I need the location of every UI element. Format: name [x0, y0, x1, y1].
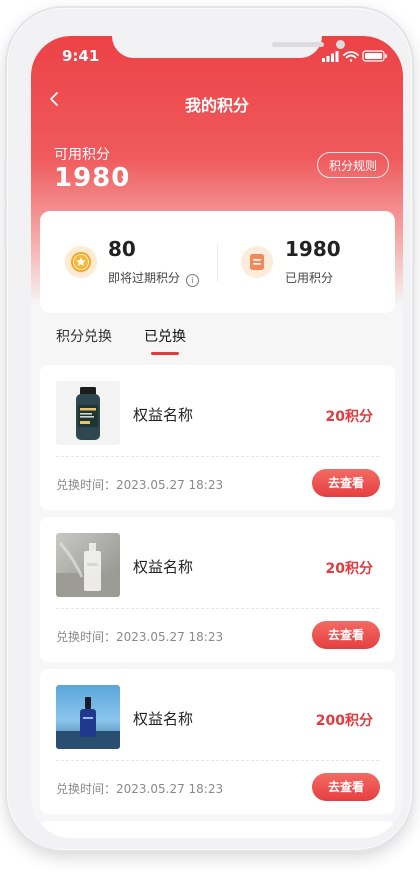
list-item[interactable]: 权益名称 20积分 兑换时间：2023.05.27 18:23 去查看 [40, 517, 395, 662]
speaker [272, 42, 324, 47]
expiring-points-label: 即将过期积分 i [108, 269, 199, 287]
view-button[interactable]: 去查看 [312, 469, 380, 497]
expiring-points-value: 80 [108, 237, 136, 261]
item-points: 20积分 [325, 409, 373, 425]
available-points-value[interactable]: 1980 [54, 163, 130, 193]
item-divider [56, 456, 379, 457]
notch [112, 36, 345, 58]
wifi-icon [343, 51, 359, 62]
list-item[interactable] [40, 821, 395, 838]
used-points-value: 1980 [285, 237, 341, 261]
document-icon [241, 246, 273, 278]
camera [336, 40, 345, 49]
active-tab-indicator [151, 352, 179, 355]
tab-redeemed[interactable]: 已兑换 [144, 326, 186, 346]
item-divider [56, 760, 379, 761]
item-name: 权益名称 [133, 710, 194, 728]
status-time: 9:41 [62, 47, 100, 65]
item-redeem-time: 兑换时间：2023.05.27 18:23 [56, 478, 224, 492]
item-divider [56, 608, 379, 609]
available-points-label: 可用积分 [54, 147, 110, 163]
points-stats-card: 80 即将过期积分 i 1980 已用积分 [40, 211, 395, 313]
side-button-right [412, 198, 415, 268]
tab-points-redeem[interactable]: 积分兑换 [56, 326, 112, 346]
side-button-left [4, 158, 7, 198]
info-icon[interactable]: i [185, 274, 199, 287]
chevron-right-icon[interactable]: › [120, 169, 127, 190]
list-item[interactable]: 权益名称 200积分 兑换时间：2023.05.27 18:23 去查看 [40, 669, 395, 814]
product-image [56, 381, 120, 445]
list-item[interactable]: 权益名称 20积分 兑换时间：2023.05.27 18:23 去查看 [40, 365, 395, 510]
item-name: 权益名称 [133, 558, 194, 576]
battery-icon [362, 50, 387, 62]
item-name: 权益名称 [133, 406, 194, 424]
page-title: 我的积分 [184, 96, 249, 115]
item-redeem-time: 兑换时间：2023.05.27 18:23 [56, 782, 224, 796]
signal-icon [322, 51, 339, 62]
view-button[interactable]: 去查看 [312, 621, 380, 649]
phone-frame: 9:41 我的积分 可用积分 1980 › 积分规则 80 即将过期积分 i 1… [4, 8, 415, 850]
item-points: 20积分 [325, 561, 373, 577]
used-points-label: 已用积分 [285, 271, 334, 285]
expiring-points-label-text: 即将过期积分 [108, 271, 181, 285]
product-image [56, 685, 120, 749]
screen: 9:41 我的积分 可用积分 1980 › 积分规则 80 即将过期积分 i 1… [31, 36, 403, 838]
star-coin-icon [65, 246, 97, 278]
item-points: 200积分 [315, 713, 373, 729]
status-icons [322, 50, 387, 62]
tabs: 积分兑换 已兑换 [31, 326, 403, 356]
side-button-left [4, 208, 7, 248]
points-rules-button[interactable]: 积分规则 [317, 152, 389, 178]
view-button[interactable]: 去查看 [312, 773, 380, 801]
item-redeem-time: 兑换时间：2023.05.27 18:23 [56, 630, 224, 644]
product-image [56, 533, 120, 597]
stats-divider [217, 245, 218, 281]
